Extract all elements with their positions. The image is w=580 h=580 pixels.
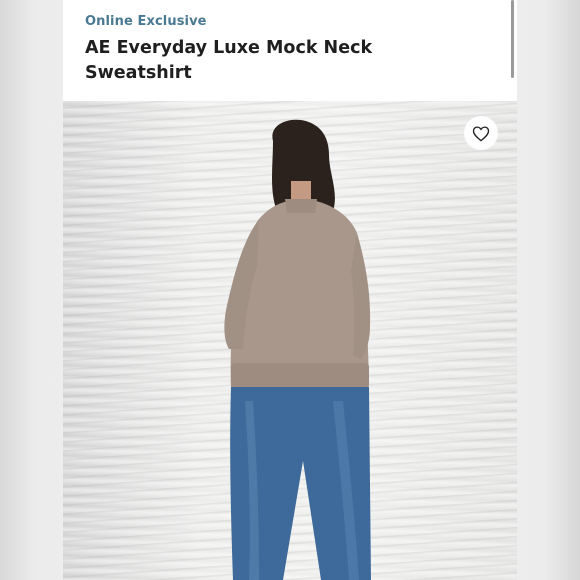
scrollbar[interactable] [511, 0, 514, 78]
product-image[interactable] [63, 101, 517, 580]
product-title: AE Everyday Luxe Mock Neck Sweatshirt [85, 38, 373, 83]
product-header: Online Exclusive AE Everyday Luxe Mock N… [63, 0, 517, 101]
favorite-button[interactable] [464, 116, 498, 150]
model-illustration [224, 119, 371, 580]
sweatshirt-hem [231, 363, 369, 389]
sweatshirt-collar [285, 199, 317, 213]
heart-icon [472, 125, 490, 141]
sweatshirt [230, 199, 369, 389]
online-exclusive-badge: Online Exclusive [85, 14, 207, 29]
product-detail-screen: Online Exclusive AE Everyday Luxe Mock N… [63, 0, 517, 580]
